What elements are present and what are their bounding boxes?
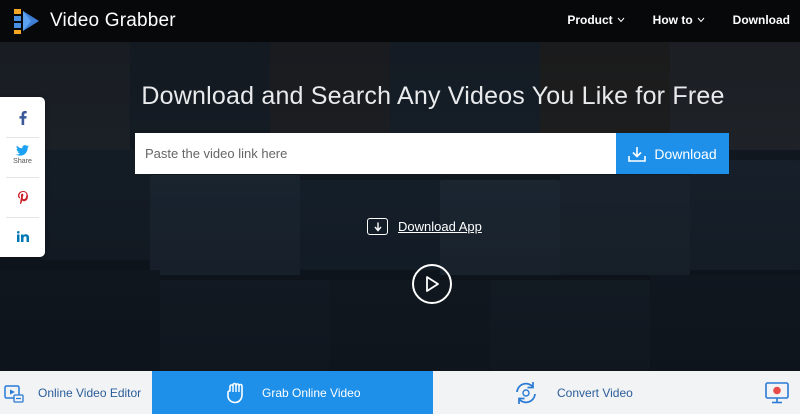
tool-label: Convert Video: [557, 385, 633, 400]
tools-bar: Online Video Editor Grab Online Video Co…: [0, 371, 800, 414]
download-app-label: Download App: [398, 219, 482, 234]
download-app-link[interactable]: Download App: [367, 218, 482, 235]
pinterest-icon: [17, 191, 28, 204]
brand-name[interactable]: Video Grabber: [50, 10, 176, 32]
share-facebook[interactable]: [0, 111, 45, 125]
main-nav: Product How to Download: [539, 13, 790, 27]
play-icon: [426, 276, 439, 292]
screen-record-icon: [764, 381, 789, 403]
share-pinterest[interactable]: [0, 191, 45, 204]
video-link-input[interactable]: [135, 133, 616, 174]
nav-how-to[interactable]: How to: [653, 13, 705, 27]
top-navigation-bar: Video Grabber Product How to Download: [0, 0, 800, 42]
nav-product-label: Product: [567, 13, 613, 27]
facebook-icon: [19, 111, 27, 125]
hero-overlay: [0, 0, 800, 371]
nav-how-to-label: How to: [652, 13, 693, 27]
tool-screen-record[interactable]: [753, 371, 800, 414]
share-label: Share: [13, 158, 32, 165]
nav-download[interactable]: Download: [733, 13, 790, 27]
share-twitter[interactable]: Share: [0, 145, 45, 165]
share-linkedin[interactable]: [0, 231, 45, 242]
download-arrow-icon: [367, 218, 388, 235]
download-icon: [628, 146, 647, 162]
convert-icon: [516, 381, 536, 404]
linkedin-icon: [16, 231, 29, 242]
chevron-down-icon: [697, 15, 705, 25]
nav-product[interactable]: Product: [567, 13, 625, 27]
video-grabber-logo-icon[interactable]: [14, 7, 40, 35]
play-video-button[interactable]: [412, 264, 452, 304]
twitter-icon: [16, 145, 29, 156]
tool-label: Online Video Editor: [38, 385, 142, 400]
tool-label: Grab Online Video: [262, 385, 361, 400]
grab-hand-icon: [227, 382, 243, 403]
chevron-down-icon: [617, 15, 625, 25]
download-button-label: Download: [654, 145, 717, 162]
tool-online-video-editor[interactable]: Online Video Editor: [0, 371, 152, 414]
hero-headline: Download and Search Any Videos You Like …: [141, 82, 725, 110]
tool-grab-online-video[interactable]: Grab Online Video: [152, 371, 433, 414]
download-button[interactable]: Download: [616, 133, 729, 174]
tool-convert-video[interactable]: Convert Video: [433, 371, 753, 414]
video-editor-icon: [4, 384, 24, 403]
share-sidebar: Share: [0, 97, 45, 257]
nav-download-label: Download: [732, 13, 790, 27]
